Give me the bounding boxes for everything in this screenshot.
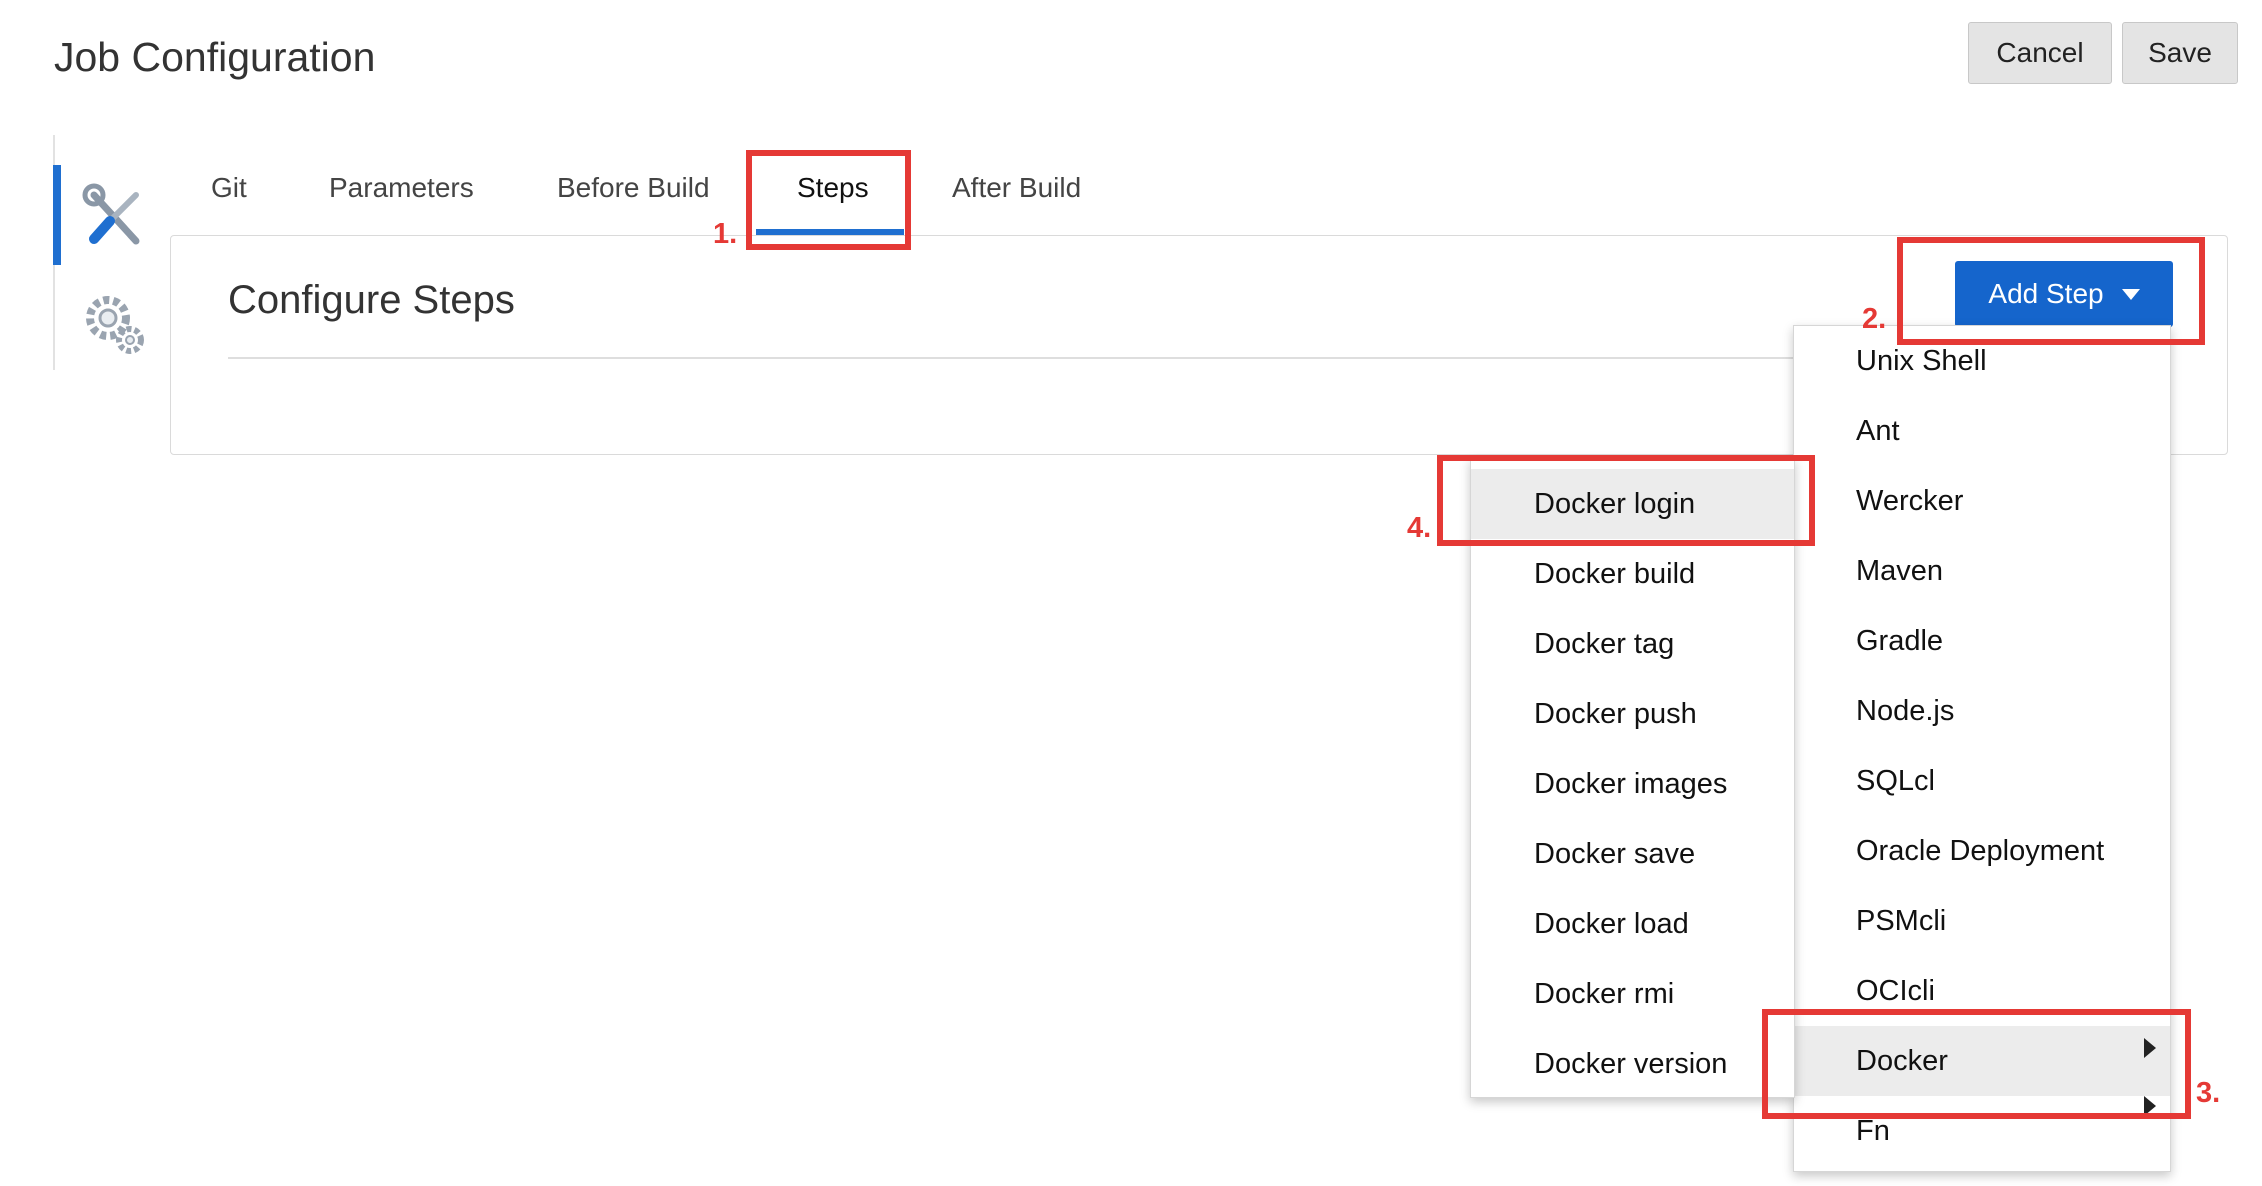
panel-divider [228,357,1798,359]
highlight-box-docker [1762,1009,2191,1119]
tools-icon[interactable] [80,183,150,253]
submenu-item-docker-tag[interactable]: Docker tag [1471,609,1794,679]
highlight-box-steps-tab [746,150,911,250]
menu-item-sqlcl[interactable]: SQLcl [1794,746,2170,816]
menu-item-oracle-deployment[interactable]: Oracle Deployment [1794,816,2170,886]
submenu-item-docker-save[interactable]: Docker save [1471,819,1794,889]
tab-before-build[interactable]: Before Build [557,172,710,204]
gears-icon[interactable] [80,290,150,360]
menu-item-maven[interactable]: Maven [1794,536,2170,606]
page-title: Job Configuration [54,34,376,80]
callout-3: 3. [2196,1077,2221,1109]
cancel-button[interactable]: Cancel [1968,22,2112,84]
menu-item-psmcli[interactable]: PSMcli [1794,886,2170,956]
menu-item-nodejs[interactable]: Node.js [1794,676,2170,746]
callout-4: 4. [1407,512,1432,544]
highlight-box-docker-login [1437,455,1815,546]
menu-item-ant[interactable]: Ant [1794,396,2170,466]
save-button[interactable]: Save [2122,22,2238,84]
submenu-item-docker-rmi[interactable]: Docker rmi [1471,959,1794,1029]
sidebar-active-indicator [53,165,61,265]
panel-title: Configure Steps [228,278,515,322]
tab-parameters[interactable]: Parameters [329,172,474,204]
submenu-item-docker-load[interactable]: Docker load [1471,889,1794,959]
submenu-item-docker-build[interactable]: Docker build [1471,539,1794,609]
callout-1: 1. [713,218,738,250]
docker-submenu: Docker login Docker build Docker tag Doc… [1470,458,1795,1098]
menu-item-gradle[interactable]: Gradle [1794,606,2170,676]
tab-git[interactable]: Git [211,172,247,204]
submenu-item-docker-version[interactable]: Docker version [1471,1029,1794,1099]
tab-after-build[interactable]: After Build [952,172,1081,204]
menu-item-wercker[interactable]: Wercker [1794,466,2170,536]
submenu-item-docker-push[interactable]: Docker push [1471,679,1794,749]
highlight-box-add-step [1897,237,2205,345]
callout-2: 2. [1862,303,1887,335]
menu-item-fn-label: Fn [1856,1114,1890,1147]
submenu-item-docker-images[interactable]: Docker images [1471,749,1794,819]
